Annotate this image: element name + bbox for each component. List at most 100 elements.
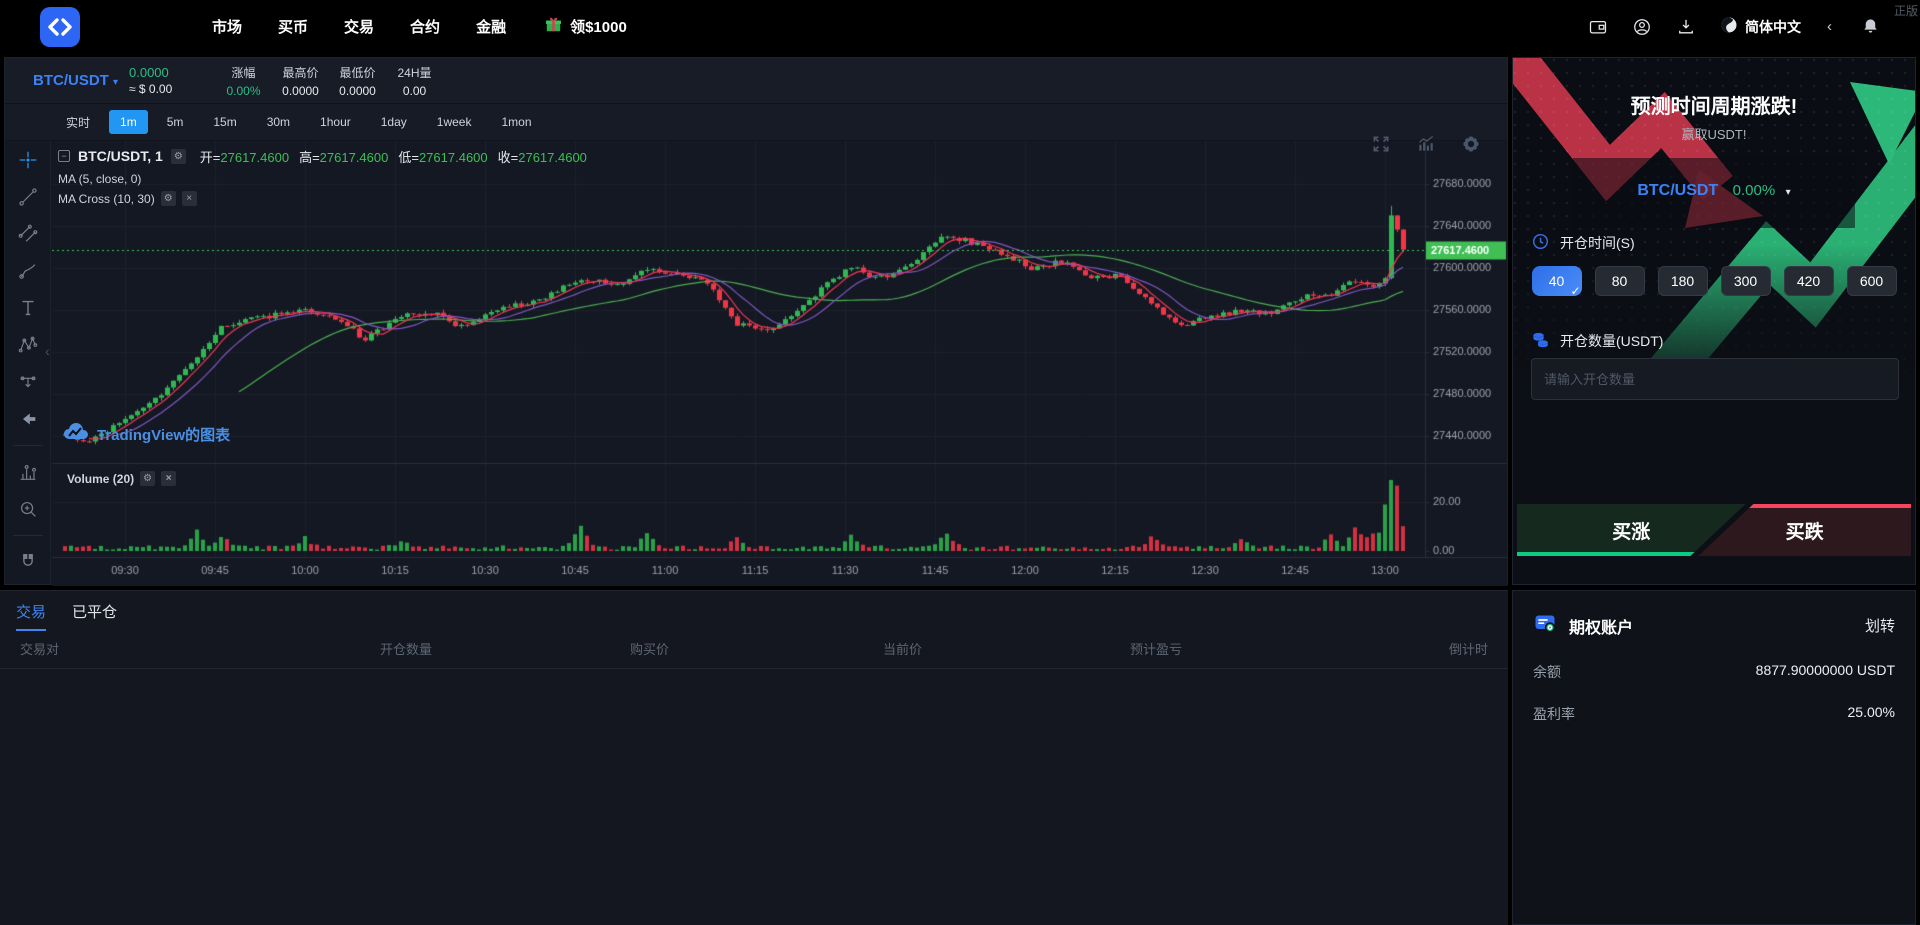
toolbar-divider: [13, 445, 43, 446]
nav-item-0[interactable]: 市场: [212, 16, 242, 37]
amount-label: 开仓数量(USDT): [1560, 331, 1663, 351]
pair-selector[interactable]: BTC/USDT ▾: [33, 72, 129, 89]
bonus-label: 领$1000: [570, 16, 627, 37]
ticker-bar: BTC/USDT ▾ 0.0000 ≈ $ 0.00 涨幅0.00%最高价0.0…: [5, 58, 1507, 104]
interval-1day[interactable]: 1day: [370, 110, 418, 134]
time-option-300[interactable]: 300: [1721, 266, 1771, 296]
column-header: 预计盈亏: [1130, 639, 1430, 658]
fullscreen-icon[interactable]: [1371, 134, 1391, 154]
volume-gear-icon[interactable]: ⚙: [140, 471, 155, 486]
banner-subtitle: 赢取USDT!: [1513, 124, 1915, 143]
account-panel: 期权账户 划转 余额8877.90000000 USDT盈利率25.00%: [1512, 590, 1916, 925]
volume-label: Volume (20): [67, 472, 134, 486]
nav-item-3[interactable]: 合约: [410, 16, 440, 37]
toolbar-collapse-icon[interactable]: ‹: [45, 343, 50, 359]
nav-item-1[interactable]: 买币: [278, 16, 308, 37]
gift-icon: [544, 15, 563, 38]
volume-close-icon[interactable]: ×: [161, 471, 176, 486]
magnet-icon[interactable]: [17, 551, 39, 573]
time-option-180[interactable]: 180: [1658, 266, 1708, 296]
pattern-icon[interactable]: [17, 334, 39, 356]
interval-1mon[interactable]: 1mon: [490, 110, 542, 134]
ohlc-value: 高=27617.4600: [299, 147, 388, 166]
drawing-toolbar: [5, 141, 51, 584]
zoom-in-icon[interactable]: [17, 498, 39, 520]
nav-item-4[interactable]: 金融: [476, 16, 506, 37]
ohlc-value: 低=27617.4600: [398, 147, 487, 166]
account-row-value: 8877.90000000 USDT: [1756, 662, 1895, 682]
option-trade-panel: 预测时间周期涨跌! 赢取USDT! BTC/USDT 0.00% ▾ 开仓时间(…: [1512, 57, 1916, 585]
navbar-right: 简体中文 ‹: [1588, 16, 1880, 37]
account-row-label: 盈利率: [1533, 704, 1575, 724]
ohlc-value: 开=27617.4600: [200, 147, 289, 166]
main-menu: 市场 买币 交易 合约 金融: [212, 16, 506, 37]
orders-tab-0[interactable]: 交易: [16, 601, 46, 631]
language-selector[interactable]: 简体中文: [1720, 16, 1801, 37]
column-header: 购买价: [630, 639, 883, 658]
account-card-icon: [1533, 611, 1557, 640]
brush-icon[interactable]: [17, 260, 39, 282]
interval-实时[interactable]: 实时: [55, 109, 101, 136]
interval-15m[interactable]: 15m: [202, 110, 247, 134]
panel-pair-selector[interactable]: BTC/USDT 0.00% ▾: [1513, 182, 1915, 200]
crosshair-icon[interactable]: [17, 149, 39, 171]
forecast-icon[interactable]: [17, 371, 39, 393]
wallet-icon[interactable]: [1588, 17, 1608, 37]
attribution-text[interactable]: TradingView的图表: [97, 424, 230, 445]
approx-usd: ≈ $ 0.00: [129, 82, 189, 96]
user-icon[interactable]: [1632, 17, 1652, 37]
legend-symbol: BTC/USDT, 1: [78, 148, 163, 164]
clock-icon: [1531, 232, 1550, 254]
interval-30m[interactable]: 30m: [256, 110, 301, 134]
buy-buttons-row: 买跌 买涨: [1517, 504, 1911, 556]
orders-tab-1[interactable]: 已平仓: [72, 601, 117, 631]
trendline-icon[interactable]: [17, 186, 39, 208]
channel-icon[interactable]: [17, 223, 39, 245]
stat-value: 0.00%: [215, 84, 272, 98]
orders-table-header: 交易对开仓数量购买价当前价预计盈亏倒计时: [0, 631, 1508, 669]
chart-toolbar-right: [1371, 134, 1481, 154]
panel-change: 0.00%: [1733, 182, 1776, 199]
ticker-stats: 涨幅0.00%最高价0.0000最低价0.000024H量0.00: [215, 64, 443, 98]
ma-cross-close-icon[interactable]: ×: [182, 191, 197, 206]
account-row-value: 25.00%: [1848, 704, 1895, 724]
account-row: 余额 8877.90000000 USDT: [1533, 662, 1895, 682]
toolbar-divider: [13, 535, 43, 536]
time-option-600[interactable]: 600: [1847, 266, 1897, 296]
ma-cross-gear-icon[interactable]: ⚙: [161, 191, 176, 206]
bonus-button[interactable]: 领$1000: [544, 15, 627, 38]
chart-legend: − BTC/USDT, 1 ⚙ 开=27617.4600 高=27617.4600…: [58, 147, 587, 206]
stat-label: 涨幅: [215, 64, 272, 81]
stat-label: 24H量: [386, 64, 443, 81]
column-header: 交易对: [20, 639, 380, 658]
legend-collapse-icon[interactable]: −: [58, 150, 70, 162]
notification-bell-icon[interactable]: [1860, 17, 1880, 37]
arrow-back-icon[interactable]: [17, 408, 39, 430]
interval-1m[interactable]: 1m: [109, 110, 148, 134]
nav-item-2[interactable]: 交易: [344, 16, 374, 37]
time-option-80[interactable]: 80: [1595, 266, 1645, 296]
interval-5m[interactable]: 5m: [156, 110, 195, 134]
histogram-icon[interactable]: [17, 461, 39, 483]
time-option-40[interactable]: 40✓: [1532, 266, 1582, 296]
interval-1week[interactable]: 1week: [426, 110, 483, 134]
text-icon[interactable]: [17, 297, 39, 319]
account-row: 盈利率 25.00%: [1533, 704, 1895, 724]
time-option-420[interactable]: 420: [1784, 266, 1834, 296]
download-icon[interactable]: [1676, 17, 1696, 37]
transfer-button[interactable]: 划转: [1865, 615, 1895, 636]
legend-gear-icon[interactable]: ⚙: [171, 149, 186, 164]
brand-logo[interactable]: [40, 7, 80, 47]
indicators-icon[interactable]: [1416, 134, 1436, 154]
trading-app: 正版 市场买币交易合约金融 领$1000: [0, 0, 1920, 925]
interval-1hour[interactable]: 1hour: [309, 110, 362, 134]
ohlc-value: 收=27617.4600: [498, 147, 587, 166]
amount-input[interactable]: [1531, 358, 1899, 400]
price-chart[interactable]: [52, 141, 1507, 586]
chevron-left-icon[interactable]: ‹: [1827, 18, 1832, 35]
caret-down-icon: ▾: [113, 77, 118, 88]
account-rows: 余额 8877.90000000 USDT 盈利率 25.00%: [1533, 662, 1895, 724]
account-row-label: 余额: [1533, 662, 1561, 682]
gear-icon[interactable]: [1461, 134, 1481, 154]
orders-tabs: 交易已平仓: [0, 591, 1508, 631]
